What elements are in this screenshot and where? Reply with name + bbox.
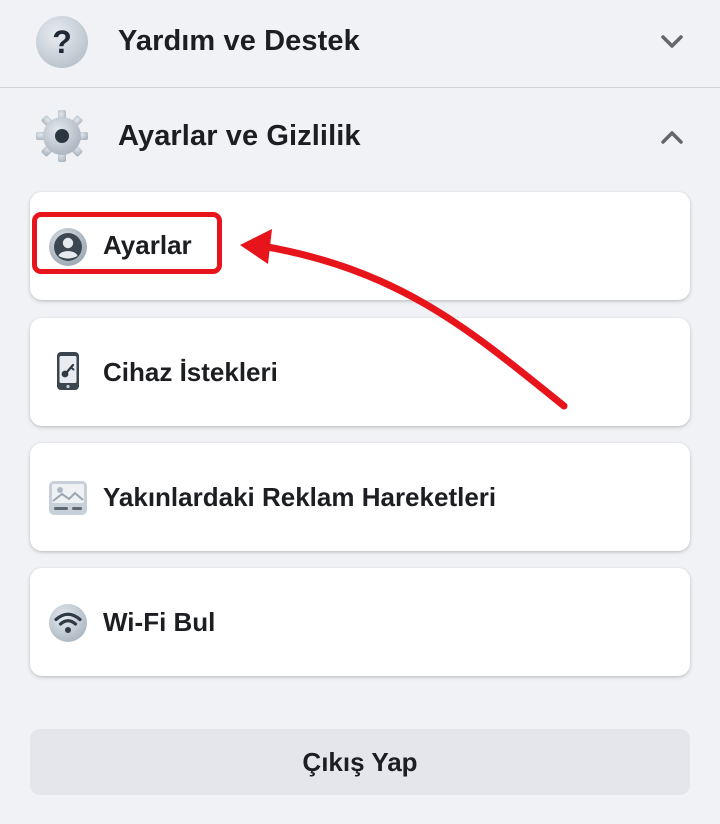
menu-item-nearby-ad-activity[interactable]: Yakınlardaki Reklam Hareketleri xyxy=(30,443,690,551)
chevron-up-icon[interactable] xyxy=(658,124,686,152)
device-key-icon xyxy=(57,352,79,390)
help-support-label: Yardım ve Destek xyxy=(118,25,360,57)
settings-privacy-label: Ayarlar ve Gizlilik xyxy=(118,120,361,152)
gear-icon xyxy=(34,108,90,164)
menu-item-find-wifi[interactable]: Wi-Fi Bul xyxy=(30,568,690,676)
menu-item-device-requests[interactable]: Cihaz İstekleri xyxy=(30,318,690,426)
settings-privacy-header[interactable]: Ayarlar ve Gizlilik xyxy=(0,90,720,182)
wifi-icon xyxy=(49,604,87,642)
section-divider xyxy=(0,87,720,88)
menu-item-settings[interactable]: Ayarlar xyxy=(30,192,690,300)
menu-item-label: Ayarlar xyxy=(103,230,192,260)
menu-item-label: Yakınlardaki Reklam Hareketleri xyxy=(103,482,497,512)
help-support-header[interactable]: ? Yardım ve Destek xyxy=(0,0,720,86)
question-icon: ? xyxy=(34,14,90,70)
menu-item-label: Cihaz İstekleri xyxy=(103,357,278,387)
ad-image-icon xyxy=(49,481,87,515)
menu-item-label: Wi-Fi Bul xyxy=(103,607,216,637)
logout-button[interactable]: Çıkış Yap xyxy=(30,729,690,795)
profile-icon xyxy=(49,228,87,266)
svg-text:?: ? xyxy=(52,24,72,60)
chevron-down-icon[interactable] xyxy=(658,27,686,55)
